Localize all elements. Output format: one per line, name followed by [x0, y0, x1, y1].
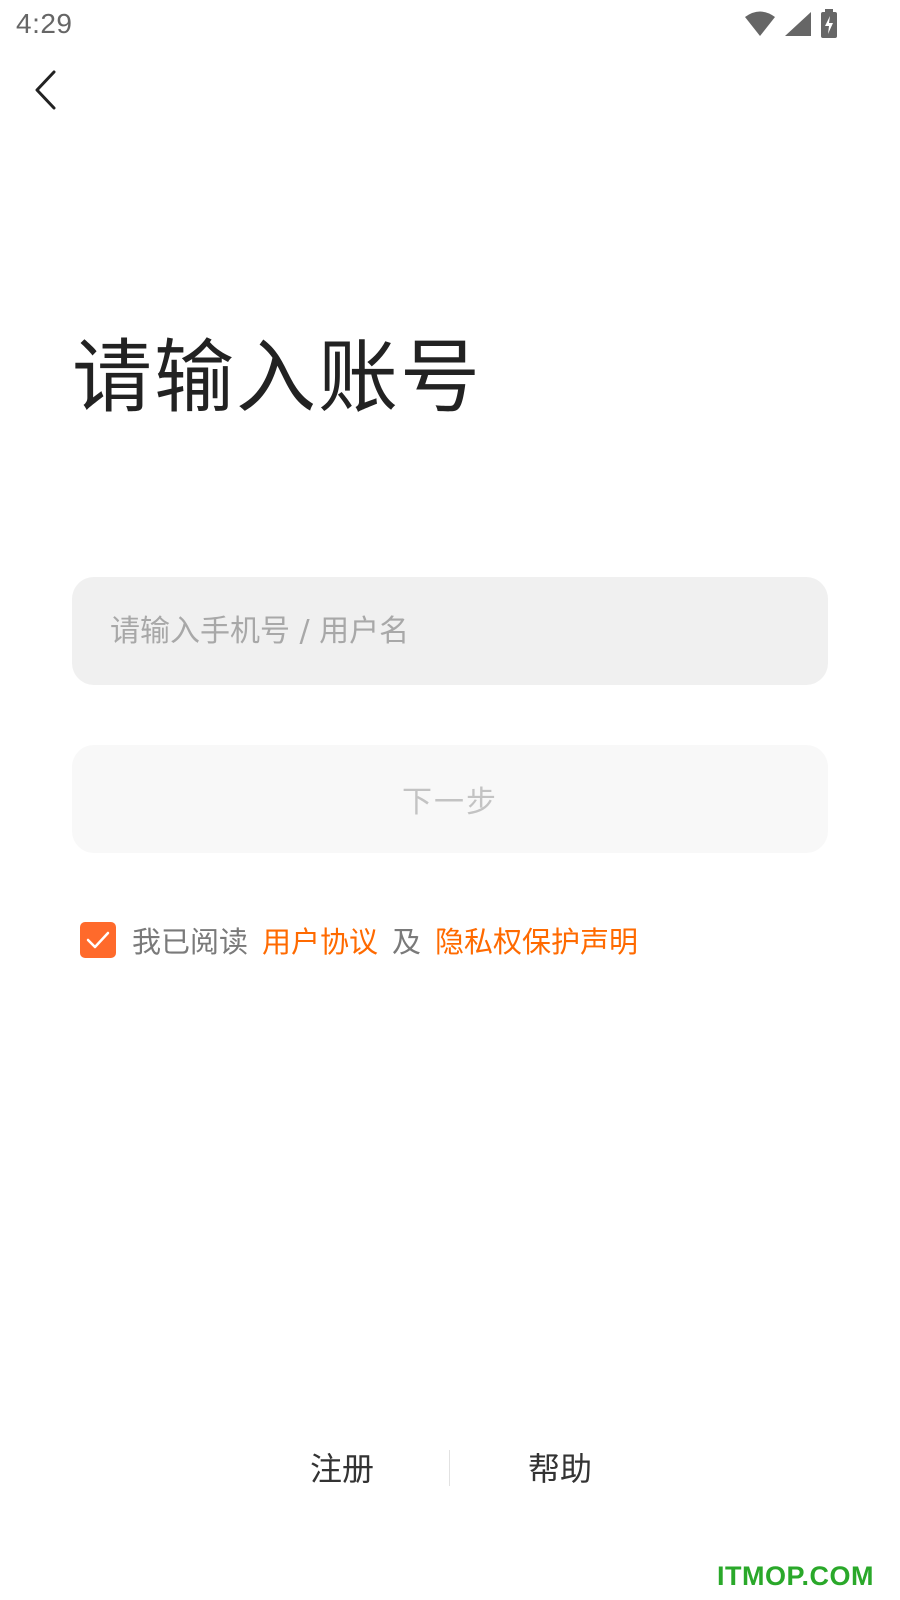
- watermark: ITMOP.COM: [716, 1561, 874, 1591]
- checkmark-icon: [86, 923, 110, 957]
- chevron-left-icon: [32, 69, 58, 115]
- battery-charging-icon: [820, 9, 838, 39]
- help-link[interactable]: 帮助: [528, 1444, 592, 1494]
- user-agreement-link[interactable]: 用户协议: [262, 919, 378, 961]
- register-link[interactable]: 注册: [310, 1444, 374, 1494]
- cellular-signal-icon: [784, 11, 812, 37]
- agreement-row: 我已阅读 用户协议 及 隐私权保护声明: [80, 918, 638, 962]
- next-button[interactable]: 下一步: [72, 745, 828, 853]
- back-button[interactable]: [22, 66, 68, 118]
- status-bar: 4:29: [0, 0, 900, 48]
- wifi-icon: [744, 11, 776, 37]
- page-title: 请输入账号: [72, 331, 482, 424]
- status-icons: [744, 9, 838, 39]
- agreement-prefix: 我已阅读: [132, 925, 249, 959]
- privacy-policy-link[interactable]: 隐私权保护声明: [435, 919, 638, 961]
- footer-divider: [449, 1450, 450, 1486]
- footer-links: 注册 帮助: [0, 1444, 900, 1494]
- agreement-checkbox[interactable]: [80, 922, 116, 958]
- account-input[interactable]: [72, 577, 828, 685]
- agreement-conjunction: 及: [392, 925, 422, 959]
- status-time: 4:29: [16, 8, 73, 39]
